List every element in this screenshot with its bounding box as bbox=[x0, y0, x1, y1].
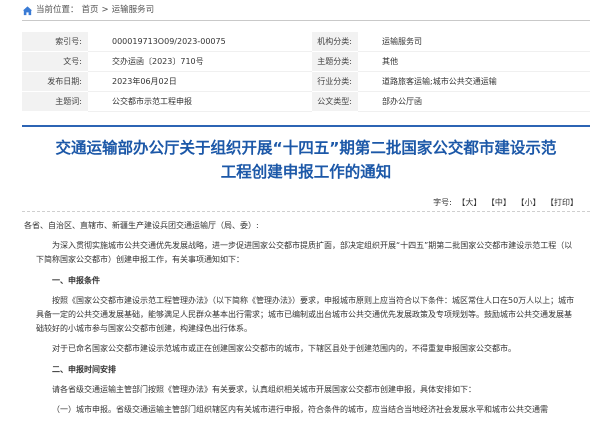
intro-paragraph: 为深入贯彻实施城市公共交通优先发展战略，进一步促进国家公交都市提质扩面，部决定组… bbox=[36, 241, 573, 264]
breadcrumb-separator: > bbox=[101, 5, 109, 15]
keywords-value: 公交都市示范工程申报 bbox=[88, 91, 312, 112]
industry-category-key: 行业分类: bbox=[312, 71, 358, 92]
metadata-table: 索引号: 000019713O09/2023-00075 机构分类: 运输服务司… bbox=[22, 32, 590, 112]
toolbar-divider bbox=[22, 211, 590, 212]
topic-category-key: 主题分类: bbox=[312, 51, 358, 72]
doc-number-key: 文号: bbox=[22, 51, 88, 72]
metadata-row: 文号: 交办运函〔2023〕710号 主题分类: 其他 bbox=[22, 51, 590, 72]
publish-date-key: 发布日期: bbox=[22, 71, 88, 92]
page-title: 交通运输部办公厅关于组织开展“十四五”期第二批国家公交都市建设示范 工程创建申报… bbox=[22, 136, 590, 184]
metadata-row: 发布日期: 2023年06月02日 行业分类: 道路旅客运输;城市公共交通运输 bbox=[22, 71, 590, 92]
doc-type-value: 部办公厅函 bbox=[358, 91, 590, 112]
topic-category-value: 其他 bbox=[358, 51, 590, 72]
metadata-row: 主题词: 公交都市示范工程申报 公文类型: 部办公厅函 bbox=[22, 91, 590, 112]
font-medium-button[interactable]: 【中】 bbox=[487, 198, 511, 207]
publish-date-value: 2023年06月02日 bbox=[88, 71, 312, 92]
print-button[interactable]: 【打印】 bbox=[546, 198, 578, 207]
org-category-key: 机构分类: bbox=[312, 32, 358, 52]
paragraph-conditions: 按照《国家公交都市建设示范工程管理办法》（以下简称《管理办法》）要求，申报城市原… bbox=[36, 296, 575, 333]
header-divider bbox=[22, 20, 590, 21]
index-number-key: 索引号: bbox=[22, 32, 88, 52]
font-small-button[interactable]: 【小】 bbox=[516, 198, 540, 207]
doc-number-value: 交办运函〔2023〕710号 bbox=[88, 51, 312, 72]
section-heading-2: 二、申报时间安排 bbox=[52, 365, 116, 374]
font-large-button[interactable]: 【大】 bbox=[457, 198, 481, 207]
paragraph-city-application: （一）城市申报。省级交通运输主管部门组织辖区内有关城市进行申报，符合条件的城市，… bbox=[52, 405, 548, 414]
title-divider bbox=[22, 125, 590, 127]
breadcrumb-label: 当前位置： bbox=[36, 5, 79, 15]
doc-type-key: 公文类型: bbox=[312, 91, 358, 112]
org-category-value: 运输服务司 bbox=[358, 32, 590, 52]
home-icon bbox=[22, 5, 33, 15]
metadata-row: 索引号: 000019713O09/2023-00075 机构分类: 运输服务司 bbox=[22, 32, 590, 52]
industry-category-value: 道路旅客运输;城市公共交通运输 bbox=[358, 71, 590, 92]
title-line-1: 交通运输部办公厅关于组织开展“十四五”期第二批国家公交都市建设示范 bbox=[55, 139, 557, 157]
section-heading-1: 一、申报条件 bbox=[52, 276, 100, 285]
breadcrumb-section-link[interactable]: 运输服务司 bbox=[112, 2, 155, 18]
font-size-toolbar: 字号: 【大】 【中】 【小】 【打印】 bbox=[430, 197, 578, 208]
index-number-value: 000019713O09/2023-00075 bbox=[88, 32, 312, 52]
breadcrumb-home-link[interactable]: 首页 bbox=[82, 2, 99, 18]
paragraph-schedule: 请各省级交通运输主管部门按照《管理办法》有关要求，认真组织相关城市开展国家公交都… bbox=[52, 385, 476, 394]
document-body: 各省、自治区、直辖市、新疆生产建设兵团交通运输厅（局、委）: 为深入贯彻实施城市… bbox=[24, 219, 576, 417]
paragraph-restrictions: 对于已命名国家公交都市建设示范城市或正在创建国家公交都市的城市，下辖区县处于创建… bbox=[52, 344, 516, 353]
breadcrumb: 当前位置： 首页 > 运输服务司 bbox=[22, 2, 154, 18]
addressee: 各省、自治区、直辖市、新疆生产建设兵团交通运输厅（局、委）: bbox=[24, 221, 259, 230]
title-line-2: 工程创建申报工作的通知 bbox=[220, 163, 392, 181]
keywords-key: 主题词: bbox=[22, 91, 88, 112]
font-size-label: 字号: bbox=[433, 198, 452, 207]
